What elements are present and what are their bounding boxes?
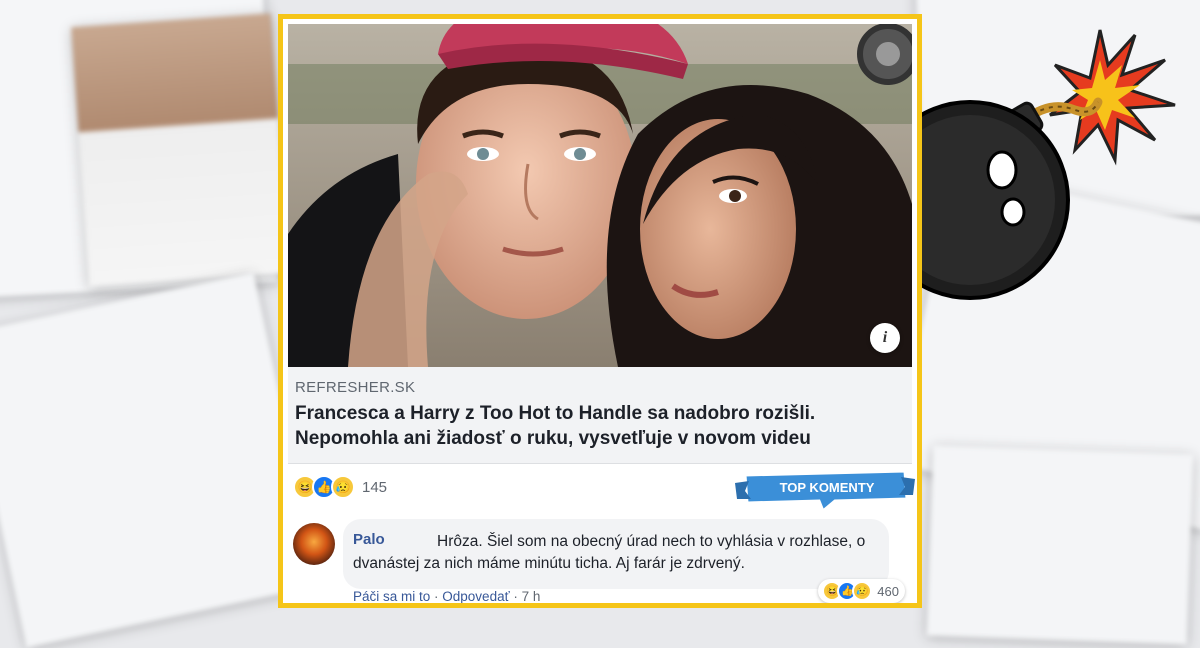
info-icon: i [882, 329, 888, 346]
bg-card-left-photo [71, 13, 289, 287]
top-komenty-badge: TOP KOMENTY [735, 469, 915, 511]
like-comment-link[interactable]: Páči sa mi to [353, 589, 430, 603]
couple-photo-illustration [288, 24, 912, 367]
sad-react-icon: 😥 [852, 581, 873, 601]
comment-actions: Páči sa mi to · Odpovedať · 7 h [353, 589, 541, 604]
comment-reactions[interactable]: 😆 👍 😥 460 [818, 579, 905, 603]
headline-line-1: Francesca a Harry z Too Hot to Handle sa… [295, 403, 816, 424]
post-reaction-count: 145 [362, 478, 388, 496]
link-domain: REFRESHER.SK [295, 379, 416, 396]
comment-bubble: Palo Hrôza. Šiel som na obecný úrad nech… [343, 519, 905, 603]
reply-comment-link[interactable]: Odpovedať [442, 589, 509, 603]
post-reactions[interactable]: 😆 👍 😥 145 [293, 475, 387, 499]
facebook-post-card: i REFRESHER.SK Francesca a Harry z Too H… [278, 14, 922, 608]
bg-card-right-bottom [926, 445, 1194, 645]
avatar[interactable] [293, 523, 335, 565]
bg-card-left-lower [0, 272, 320, 648]
headline-line-2: Nepomohla ani žiadosť o ruku, vysvetľuje… [295, 428, 811, 449]
bomb-spark-icon [1049, 29, 1176, 166]
link-preview[interactable]: REFRESHER.SK Francesca a Harry z Too Hot… [288, 367, 912, 464]
post-photo[interactable]: i [288, 24, 912, 367]
sad-react-icon: 😥 [331, 475, 355, 499]
comment-reaction-count: 460 [877, 583, 899, 599]
action-separator: · [430, 589, 443, 604]
info-icon-button[interactable]: i [870, 323, 900, 353]
action-separator: · [509, 589, 522, 604]
badge-label: TOP KOMENTY [780, 480, 875, 495]
comment-timestamp[interactable]: 7 h [522, 589, 541, 603]
comment-text: Hrôza. Šiel som na obecný úrad nech to v… [353, 533, 866, 572]
link-headline[interactable]: Francesca a Harry z Too Hot to Handle sa… [295, 401, 895, 451]
